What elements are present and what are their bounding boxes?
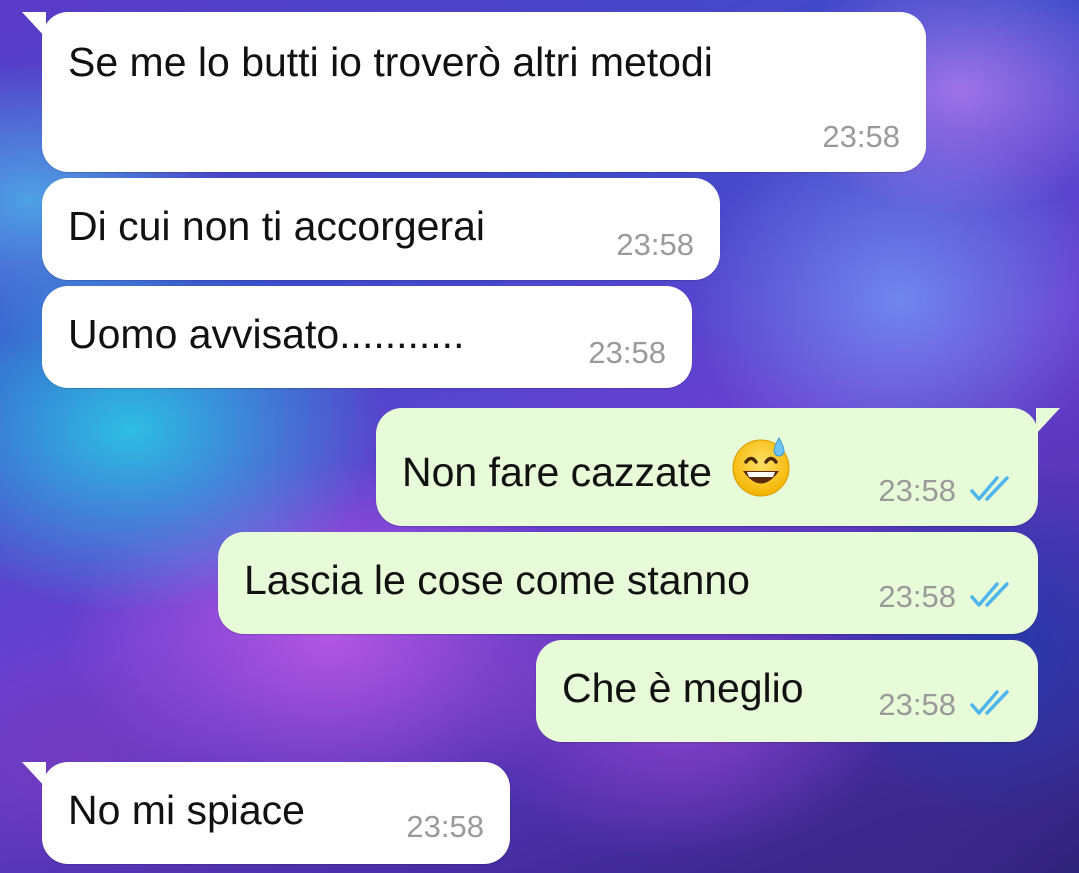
message-text-content: Non fare cazzate: [402, 448, 712, 495]
message-bubble-incoming[interactable]: No mi spiace 23:58: [22, 762, 510, 864]
double-check-read-icon: [970, 582, 1009, 607]
message-bubble-outgoing[interactable]: Che è meglio 23:58: [536, 640, 1038, 742]
double-check-read-icon: [970, 690, 1009, 715]
bubble-tail: [22, 762, 46, 788]
message-bubble-incoming[interactable]: Se me lo butti io troverò altri metodi 2…: [22, 12, 926, 172]
message-timestamp: 23:58: [822, 119, 900, 154]
message-text: Non fare cazzate: [402, 436, 793, 508]
message-text: Uomo avvisato...........: [68, 311, 465, 357]
message-bubble-incoming[interactable]: Di cui non ti accorgerai 23:58: [42, 178, 720, 280]
double-check-read-icon: [970, 476, 1009, 501]
message-text: Se me lo butti io troverò altri metodi: [68, 39, 713, 85]
grinning-face-with-sweat-icon: [729, 434, 793, 508]
message-bubble-outgoing[interactable]: Lascia le cose come stanno 23:58: [218, 532, 1038, 634]
message-bubble-incoming[interactable]: Uomo avvisato........... 23:58: [42, 286, 692, 388]
message-timestamp: 23:58: [878, 473, 956, 508]
message-timestamp: 23:58: [406, 809, 484, 844]
message-bubble-outgoing[interactable]: Non fare cazzate 23:58: [376, 408, 1060, 526]
message-timestamp: 23:58: [588, 335, 666, 370]
message-text: Lascia le cose come stanno: [244, 557, 750, 603]
bubble-tail: [22, 12, 46, 38]
message-text: No mi spiace: [68, 787, 305, 833]
message-timestamp: 23:58: [878, 579, 956, 614]
message-timestamp: 23:58: [878, 687, 956, 722]
message-text: Che è meglio: [562, 665, 804, 711]
message-timestamp: 23:58: [616, 227, 694, 262]
message-text: Di cui non ti accorgerai: [68, 203, 486, 249]
bubble-tail: [1036, 408, 1060, 434]
